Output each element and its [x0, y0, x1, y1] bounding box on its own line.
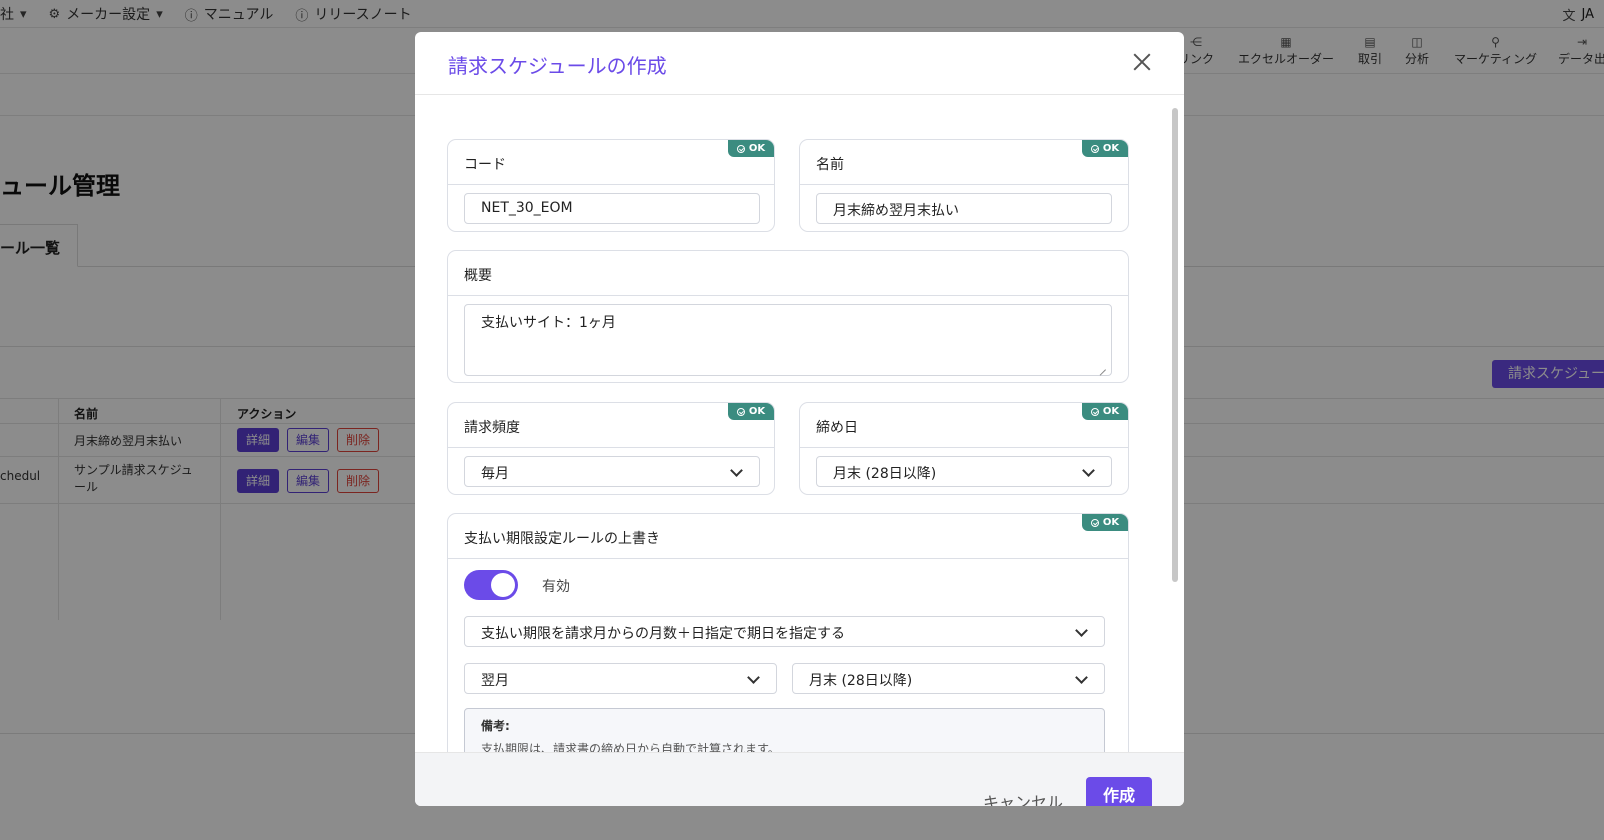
- divider: [448, 558, 1128, 559]
- note-text: 支払期限は、請求書の締め日から自動で計算されます。: [481, 742, 780, 752]
- cancel-button[interactable]: キャンセル: [983, 789, 1063, 806]
- modal-body[interactable]: OK コード NET_30_EOM OK 名前 月末締め翌月末払い 概要 支払い…: [415, 96, 1184, 752]
- due-rule-note: 備考: 支払期限は、請求書の締め日から自動で計算されます。: [464, 708, 1105, 752]
- divider: [448, 184, 774, 185]
- code-field-card: OK コード NET_30_EOM: [447, 139, 775, 232]
- name-label: 名前: [816, 157, 844, 173]
- ok-badge: OK: [1082, 140, 1128, 157]
- modal-title: 請求スケジュールの作成: [448, 54, 667, 78]
- divider: [448, 447, 774, 448]
- due-method-select[interactable]: 支払い期限を請求月からの月数＋日指定で期日を指定する: [464, 616, 1105, 647]
- due-day-select[interactable]: 月末 (28日以降): [792, 663, 1105, 694]
- name-field-card: OK 名前 月末締め翌月末払い: [799, 139, 1129, 232]
- closing-day-select[interactable]: 月末 (28日以降): [816, 456, 1112, 487]
- due-rule-toggle-label: 有効: [542, 579, 570, 595]
- check-circle-icon: [1090, 144, 1099, 153]
- due-rule-toggle[interactable]: [464, 570, 518, 600]
- name-input[interactable]: 月末締め翌月末払い: [816, 193, 1112, 224]
- resize-grip-icon[interactable]: [1098, 362, 1106, 370]
- create-button[interactable]: 作成: [1086, 777, 1152, 806]
- due-month-select[interactable]: 翌月: [464, 663, 777, 694]
- check-circle-icon: [736, 144, 745, 153]
- frequency-select[interactable]: 毎月: [464, 456, 760, 487]
- modal-footer: キャンセル 作成: [415, 752, 1184, 806]
- create-schedule-modal: 請求スケジュールの作成 OK コード NET_30_EOM OK 名前 月末締め…: [415, 32, 1184, 806]
- divider: [448, 295, 1128, 296]
- ok-badge: OK: [1082, 403, 1128, 420]
- check-circle-icon: [1090, 518, 1099, 527]
- divider: [800, 184, 1128, 185]
- check-circle-icon: [1090, 407, 1099, 416]
- ok-badge: OK: [728, 140, 774, 157]
- due-rule-field-card: OK 支払い期限設定ルールの上書き 有効 支払い期限を請求月からの月数＋日指定で…: [447, 513, 1129, 752]
- modal-header: 請求スケジュールの作成: [415, 32, 1184, 95]
- code-label: コード: [464, 157, 506, 173]
- closing-day-field-card: OK 締め日 月末 (28日以降): [799, 402, 1129, 495]
- frequency-field-card: OK 請求頻度 毎月: [447, 402, 775, 495]
- code-input[interactable]: NET_30_EOM: [464, 193, 760, 224]
- note-title: 備考:: [481, 719, 510, 733]
- divider: [800, 447, 1128, 448]
- ok-badge-label: OK: [1102, 517, 1120, 528]
- ok-badge-label: OK: [1102, 143, 1120, 154]
- closing-day-label: 締め日: [816, 420, 858, 436]
- due-rule-label: 支払い期限設定ルールの上書き: [464, 531, 660, 547]
- ok-badge-label: OK: [1102, 406, 1120, 417]
- toggle-knob: [491, 573, 515, 597]
- summary-field-card: 概要 支払いサイト：1ヶ月: [447, 250, 1129, 383]
- close-icon[interactable]: [1130, 50, 1154, 74]
- modal-scrollbar[interactable]: [1172, 108, 1178, 582]
- summary-text: 支払いサイト：1ヶ月: [481, 315, 616, 331]
- summary-textarea[interactable]: 支払いサイト：1ヶ月: [464, 304, 1112, 376]
- ok-badge: OK: [728, 403, 774, 420]
- frequency-label: 請求頻度: [464, 420, 520, 436]
- ok-badge-label: OK: [748, 406, 766, 417]
- ok-badge-label: OK: [748, 143, 766, 154]
- summary-label: 概要: [464, 268, 492, 284]
- check-circle-icon: [736, 407, 745, 416]
- ok-badge: OK: [1082, 514, 1128, 531]
